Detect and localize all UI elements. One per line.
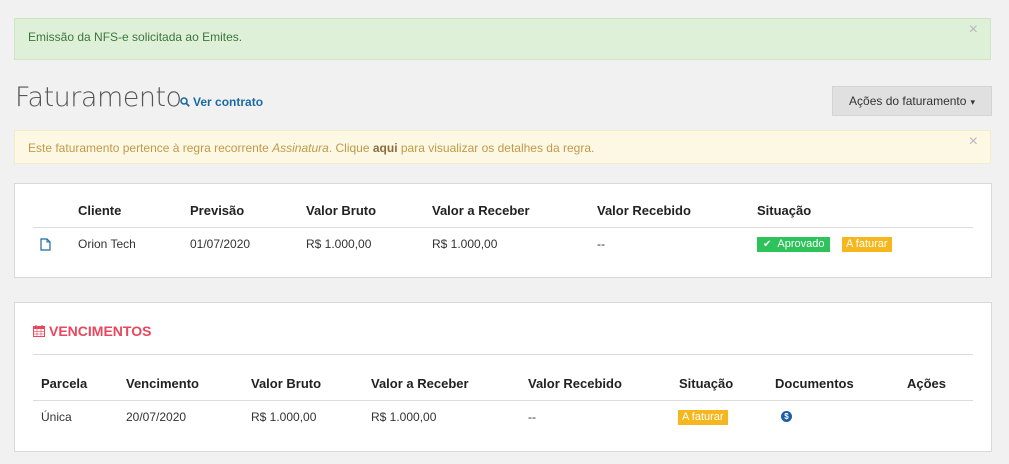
check-icon: ✔ bbox=[763, 239, 772, 250]
warning-text-before: Este faturamento pertence à regra recorr… bbox=[28, 141, 273, 155]
dollar-document-icon[interactable]: $ bbox=[781, 411, 792, 422]
col-header-acoes: Ações bbox=[907, 376, 947, 391]
cell-cliente: Orion Tech bbox=[78, 237, 136, 251]
warning-text-middle: . Clique bbox=[328, 141, 373, 155]
cell-vencimento: 20/07/2020 bbox=[126, 410, 187, 424]
ver-contrato-link[interactable]: Ver contrato bbox=[180, 95, 263, 109]
success-alert-message: Emissão da NFS-e solicitada ao Emites. bbox=[28, 30, 243, 44]
col-header-previsao: Previsão bbox=[190, 203, 245, 218]
calendar-icon bbox=[33, 325, 45, 337]
col-header-valor-recebido: Valor Recebido bbox=[597, 203, 691, 218]
section-divider bbox=[33, 354, 973, 355]
col-header-valor-bruto: Valor Bruto bbox=[306, 203, 377, 218]
vencimentos-title: VENCIMENTOS bbox=[33, 323, 151, 339]
cell-valor-a-receber: R$ 1.000,00 bbox=[371, 410, 437, 424]
status-badge-aprovado: ✔ Aprovado bbox=[757, 237, 831, 252]
acoes-faturamento-button[interactable]: Ações do faturamento ▾ bbox=[832, 86, 992, 116]
success-alert: Emissão da NFS-e solicitada ao Emites. × bbox=[14, 18, 991, 60]
close-icon[interactable]: × bbox=[969, 134, 978, 150]
billing-panel: Cliente Previsão Valor Bruto Valor a Rec… bbox=[14, 183, 992, 278]
cell-valor-recebido: -- bbox=[528, 410, 536, 424]
rule-details-link[interactable]: aqui bbox=[373, 141, 398, 155]
rule-name: Assinatura bbox=[272, 141, 329, 155]
cell-valor-recebido: -- bbox=[597, 237, 605, 251]
page-title: Faturamento bbox=[15, 82, 182, 113]
cell-parcela: Única bbox=[41, 410, 72, 424]
cell-previsao: 01/07/2020 bbox=[190, 237, 251, 251]
warning-alert: Este faturamento pertence à regra recorr… bbox=[14, 130, 991, 164]
table-divider bbox=[33, 400, 973, 401]
close-icon[interactable]: × bbox=[969, 22, 978, 38]
document-icon[interactable] bbox=[40, 238, 51, 251]
col-header-valor-a-receber: Valor a Receber bbox=[371, 376, 469, 391]
chevron-down-icon: ▾ bbox=[970, 97, 975, 107]
cell-valor-bruto: R$ 1.000,00 bbox=[251, 410, 317, 424]
warning-text-after: para visualizar os detalhes da regra. bbox=[397, 141, 595, 155]
ver-contrato-label: Ver contrato bbox=[193, 95, 264, 109]
col-header-parcela: Parcela bbox=[41, 376, 88, 391]
status-badge-a-faturar: A faturar bbox=[842, 237, 892, 252]
col-header-valor-recebido: Valor Recebido bbox=[528, 376, 622, 391]
col-header-cliente: Cliente bbox=[78, 203, 122, 218]
warning-alert-message: Este faturamento pertence à regra recorr… bbox=[28, 141, 594, 155]
col-header-documentos: Documentos bbox=[775, 376, 854, 391]
search-icon bbox=[180, 97, 190, 107]
acoes-faturamento-label: Ações do faturamento bbox=[849, 94, 967, 108]
status-badge-aprovado-label: Aprovado bbox=[777, 238, 825, 250]
col-header-valor-a-receber: Valor a Receber bbox=[432, 203, 530, 218]
col-header-valor-bruto: Valor Bruto bbox=[251, 376, 322, 391]
col-header-situacao: Situação bbox=[757, 203, 812, 218]
status-badge-a-faturar: A faturar bbox=[678, 410, 728, 425]
col-header-situacao: Situação bbox=[679, 376, 734, 391]
cell-valor-a-receber: R$ 1.000,00 bbox=[432, 237, 498, 251]
col-header-vencimento: Vencimento bbox=[126, 376, 199, 391]
table-divider bbox=[33, 227, 973, 228]
cell-valor-bruto: R$ 1.000,00 bbox=[306, 237, 372, 251]
vencimentos-title-label: VENCIMENTOS bbox=[49, 323, 152, 339]
vencimentos-panel: VENCIMENTOS Parcela Vencimento Valor Bru… bbox=[14, 302, 992, 452]
